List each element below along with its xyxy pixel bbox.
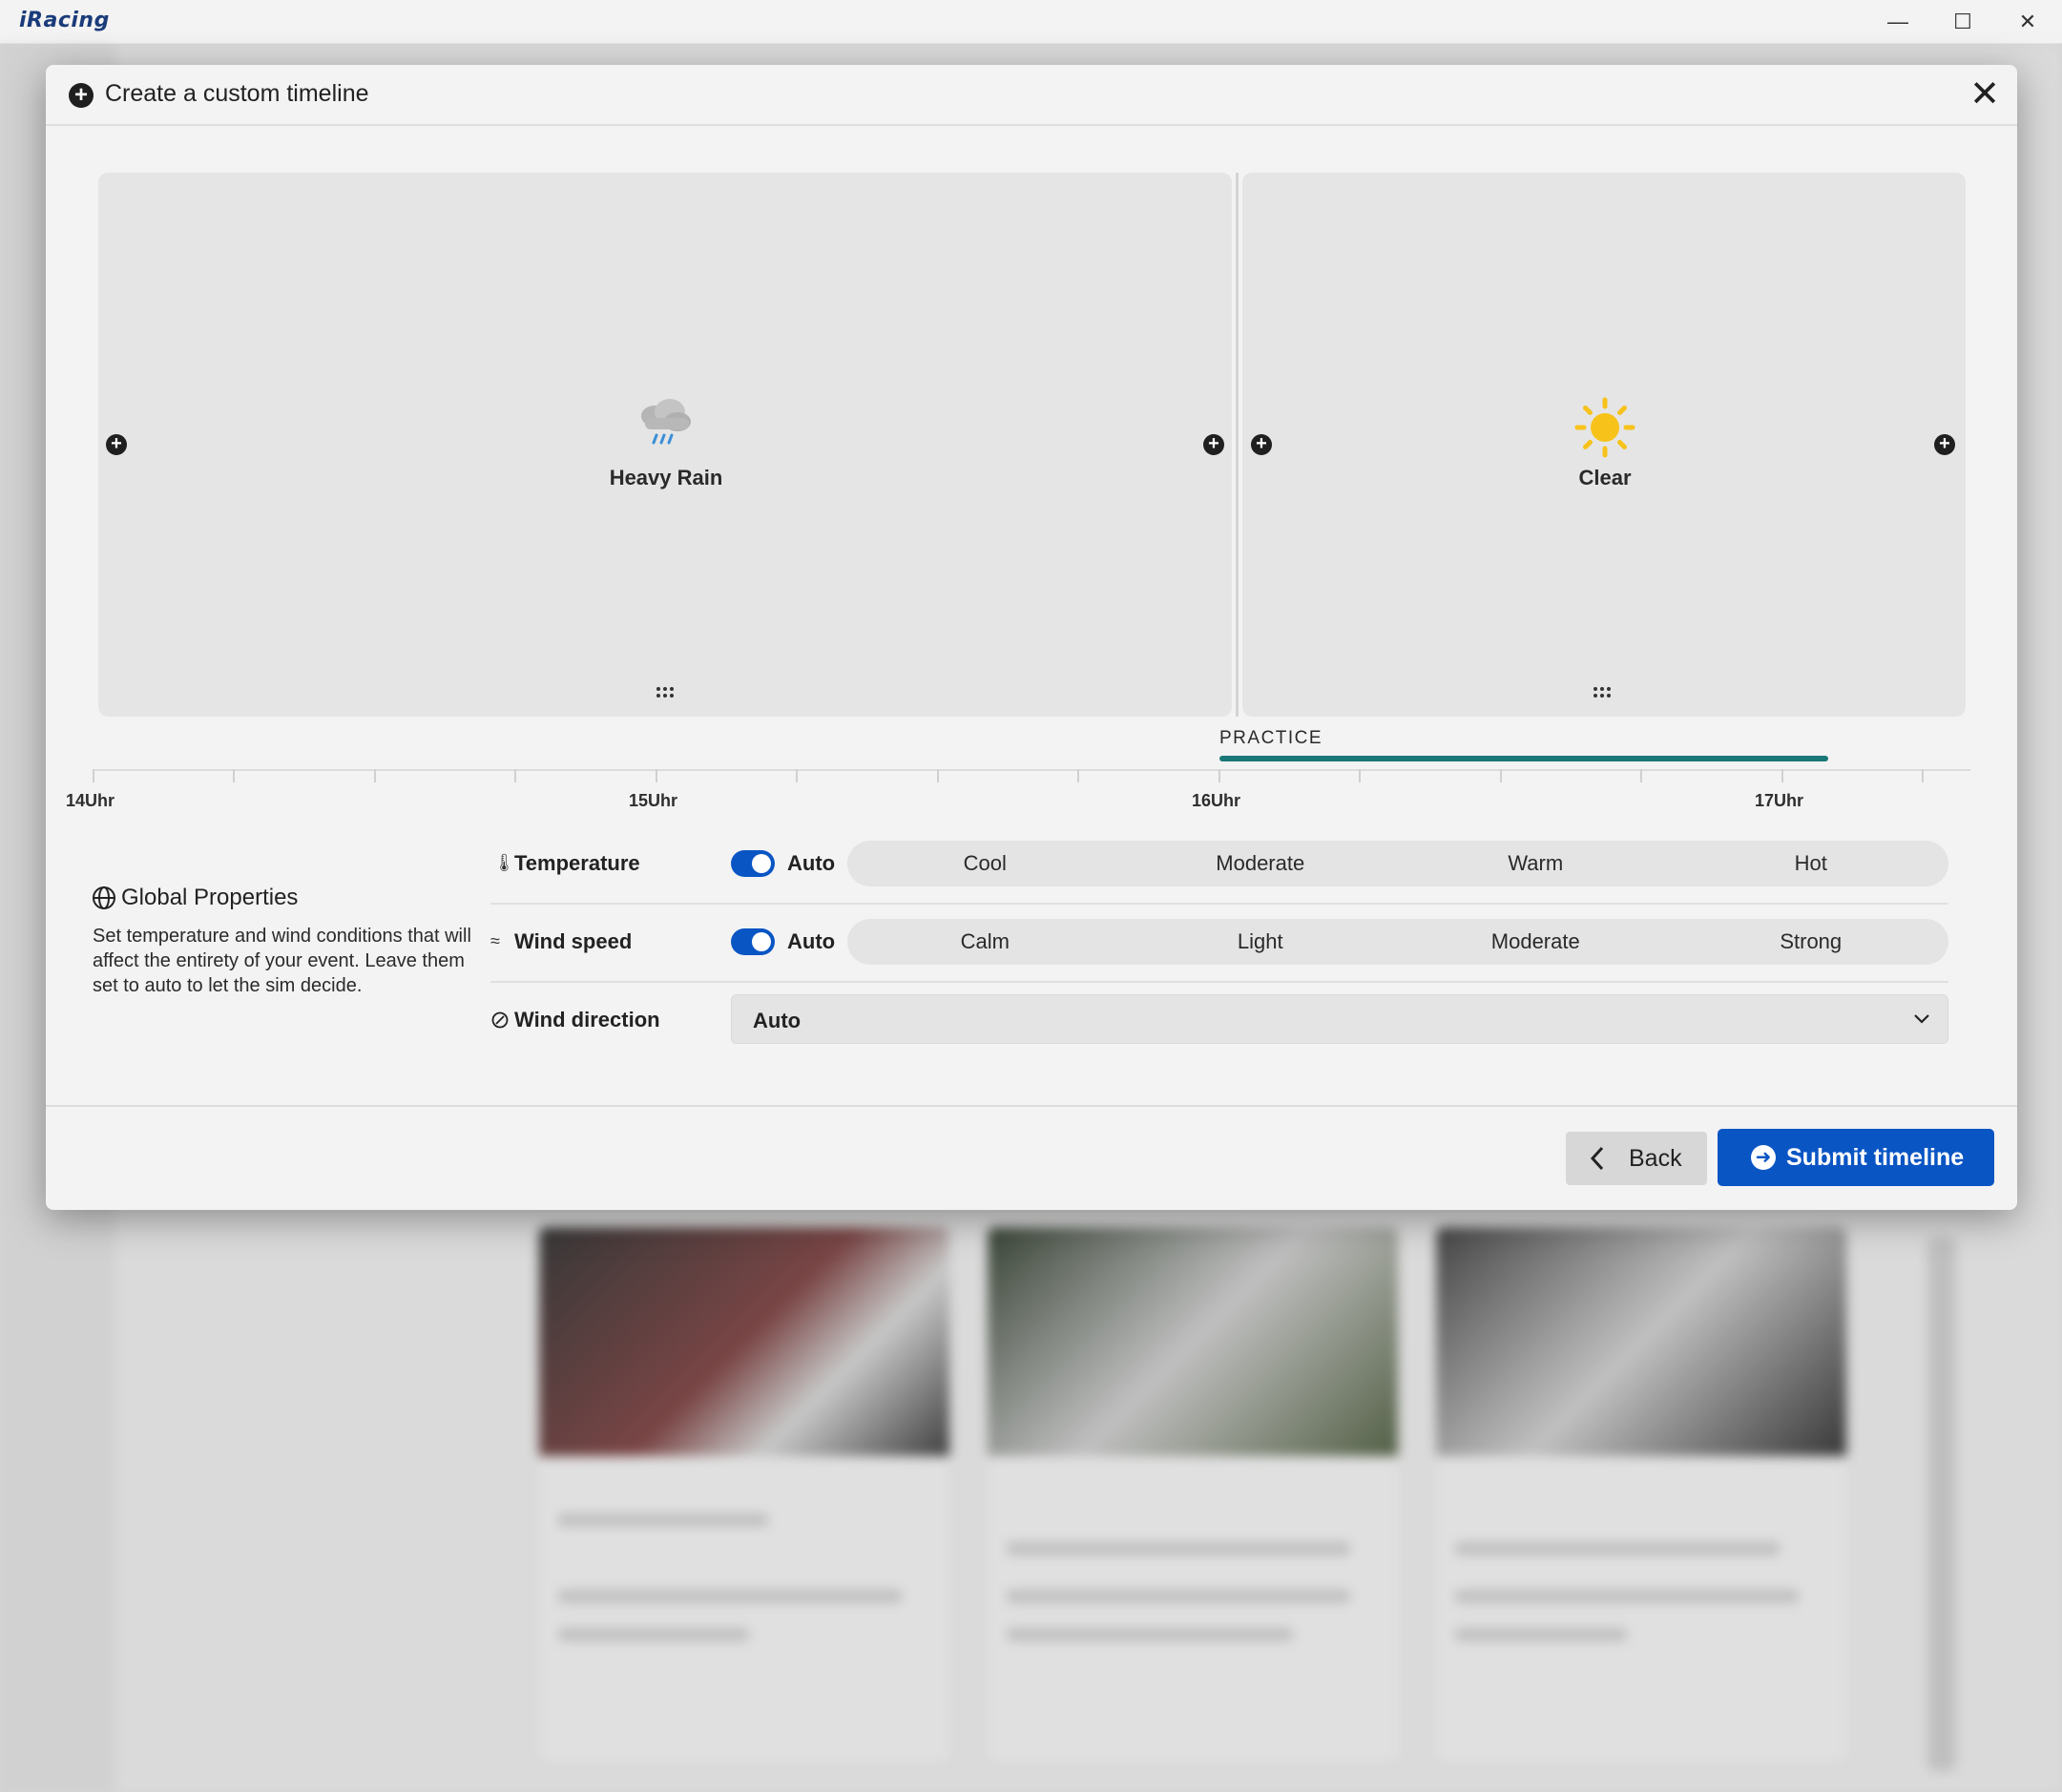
axis-label: 15Uhr — [629, 791, 678, 810]
wind-speed-option-strong[interactable]: Strong — [1674, 919, 1949, 965]
minimize-icon: — — [1887, 10, 1908, 33]
wind-speed-option-light[interactable]: Light — [1123, 919, 1399, 965]
axis-tick — [374, 769, 376, 782]
axis-tick — [1359, 769, 1361, 782]
temperature-option-warm[interactable]: Warm — [1398, 841, 1674, 886]
modal-title: Create a custom timeline — [105, 80, 369, 107]
wind-speed-label: Wind speed — [514, 929, 633, 953]
axis-tick — [937, 769, 939, 782]
segment-divider[interactable] — [1236, 173, 1239, 717]
modal-close-button[interactable]: ✕ — [1968, 76, 2002, 113]
add-segment-before-button[interactable]: + — [106, 434, 127, 455]
wind-speed-option-moderate[interactable]: Moderate — [1398, 919, 1674, 965]
add-segment-after-button[interactable]: + — [1203, 434, 1224, 455]
close-icon: ✕ — [2018, 10, 2037, 33]
wind-direction-label: Wind direction — [514, 1008, 660, 1031]
axis-tick — [1781, 769, 1783, 782]
heavy-rain-icon — [641, 399, 691, 445]
plus-circle-icon: + — [69, 83, 94, 108]
temperature-auto-label: Auto — [787, 851, 836, 875]
axis-tick — [233, 769, 235, 782]
iracing-logo: iRacing — [19, 9, 110, 32]
practice-session-bar — [1219, 756, 1828, 761]
axis-label: 17Uhr — [1755, 791, 1804, 810]
axis-tick — [1218, 769, 1220, 782]
wind-speed-auto-toggle[interactable] — [731, 928, 775, 955]
axis-tick — [1500, 769, 1502, 782]
compass-icon — [491, 1011, 509, 1029]
drag-handle-icon[interactable] — [656, 687, 676, 700]
temperature-option-moderate[interactable]: Moderate — [1123, 841, 1399, 886]
wind-icon: ≈ — [490, 931, 500, 950]
close-icon: ✕ — [1969, 74, 2000, 115]
temperature-option-hot[interactable]: Hot — [1674, 841, 1949, 886]
temperature-auto-toggle[interactable] — [731, 850, 775, 877]
footer-separator — [46, 1105, 2017, 1107]
axis-tick — [656, 769, 657, 782]
globe-icon — [93, 886, 115, 909]
wind-direction-select[interactable]: Auto — [731, 994, 1948, 1044]
wind-speed-auto-label: Auto — [787, 929, 836, 953]
arrow-right-circle-icon: ➜ — [1751, 1145, 1776, 1170]
window-close-button[interactable]: ✕ — [1995, 0, 2060, 44]
global-properties-description: Set temperature and wind conditions that… — [93, 926, 471, 996]
minimize-button[interactable]: — — [1865, 0, 1930, 44]
thermometer-icon: 🌡 — [493, 853, 515, 872]
custom-timeline-modal: + Create a custom timeline ✕ + + + + Hea… — [46, 65, 2017, 1210]
wind-speed-segmented-control: Calm Light Moderate Strong — [847, 919, 1948, 965]
back-button[interactable]: Back — [1566, 1132, 1707, 1185]
axis-label: 14Uhr — [66, 791, 115, 810]
back-button-label: Back — [1629, 1145, 1682, 1172]
window-titlebar: iRacing — ☐ ✕ — [0, 0, 2062, 44]
row-separator — [490, 903, 1948, 905]
add-segment-after-button[interactable]: + — [1934, 434, 1955, 455]
segment-condition-label: Clear — [1578, 466, 1632, 490]
add-segment-before-button[interactable]: + — [1251, 434, 1272, 455]
chevron-down-icon — [1914, 1014, 1929, 1024]
temperature-option-cool[interactable]: Cool — [847, 841, 1123, 886]
axis-label: 16Uhr — [1192, 791, 1241, 810]
axis-tick — [93, 769, 94, 782]
wind-direction-selected-value: Auto — [753, 1009, 802, 1032]
axis-tick — [796, 769, 798, 782]
temperature-label: Temperature — [514, 851, 640, 875]
chevron-left-icon — [1590, 1146, 1604, 1171]
axis-tick — [1922, 769, 1924, 782]
temperature-segmented-control: Cool Moderate Warm Hot — [847, 841, 1948, 886]
axis-tick — [1077, 769, 1079, 782]
session-label-practice: PRACTICE — [1219, 728, 1323, 748]
wind-speed-option-calm[interactable]: Calm — [847, 919, 1123, 965]
maximize-button[interactable]: ☐ — [1930, 0, 1995, 44]
row-separator — [490, 981, 1948, 983]
drag-handle-icon[interactable] — [1593, 687, 1613, 700]
modal-header: + Create a custom timeline ✕ — [46, 65, 2017, 126]
submit-timeline-button[interactable]: ➜ Submit timeline — [1718, 1129, 1994, 1186]
global-properties-title: Global Properties — [121, 885, 299, 910]
axis-tick — [514, 769, 516, 782]
sun-icon — [1574, 397, 1635, 458]
segment-condition-label: Heavy Rain — [609, 466, 723, 490]
maximize-icon: ☐ — [1953, 10, 1972, 33]
axis-tick — [1640, 769, 1642, 782]
submit-timeline-label: Submit timeline — [1786, 1144, 1965, 1171]
